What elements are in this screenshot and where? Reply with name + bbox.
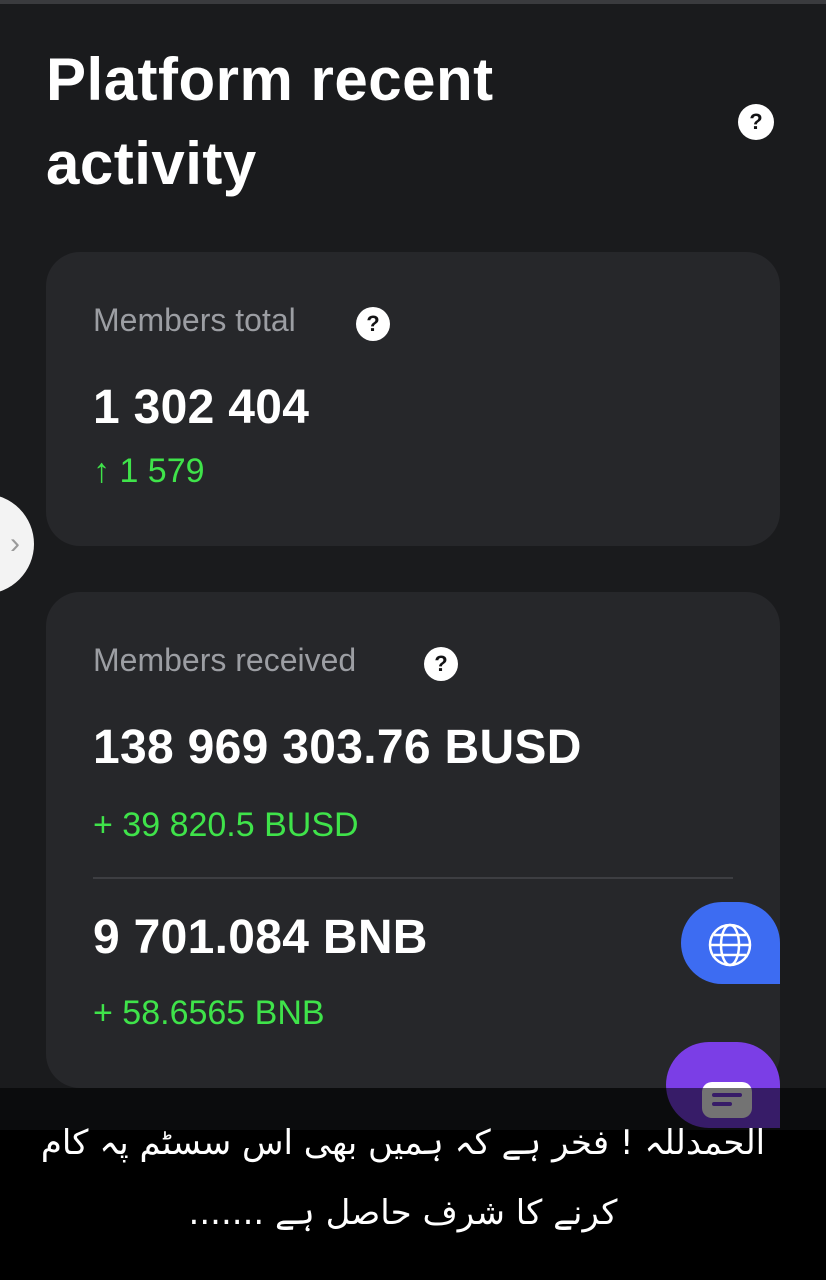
members-received-label: Members received — [93, 642, 357, 678]
members-total-delta: ↑ 1 579 — [93, 452, 205, 490]
language-button[interactable] — [681, 902, 780, 984]
members-received-help-icon[interactable]: ? — [424, 647, 458, 681]
divider — [93, 877, 733, 879]
members-total-help-icon[interactable]: ? — [356, 307, 390, 341]
page-title: Platform recent activity — [46, 46, 494, 197]
bnb-received-delta: + 58.6565 BNB — [93, 994, 325, 1032]
side-panel-toggle[interactable]: › — [0, 494, 34, 594]
members-total-value: 1 302 404 — [93, 381, 310, 434]
globe-icon — [708, 923, 752, 967]
question-circle-icon[interactable]: ? — [738, 104, 774, 140]
bnb-received-value: 9 701.084 BNB — [93, 911, 428, 964]
busd-received-value: 138 969 303.76 BUSD — [93, 721, 582, 774]
busd-received-delta: + 39 820.5 BUSD — [93, 806, 359, 844]
chevron-right-icon: › — [10, 527, 20, 560]
caption-text: الحمدللہ ! فخر ہے کہ ہمیں بھی اس سسٹم پہ… — [40, 1123, 766, 1233]
members-received-card: Members received ? 138 969 303.76 BUSD +… — [46, 592, 780, 1088]
members-total-label: Members total — [93, 302, 296, 338]
top-rule — [0, 0, 826, 4]
members-total-card: Members total ? 1 302 404 ↑ 1 579 — [46, 252, 780, 546]
